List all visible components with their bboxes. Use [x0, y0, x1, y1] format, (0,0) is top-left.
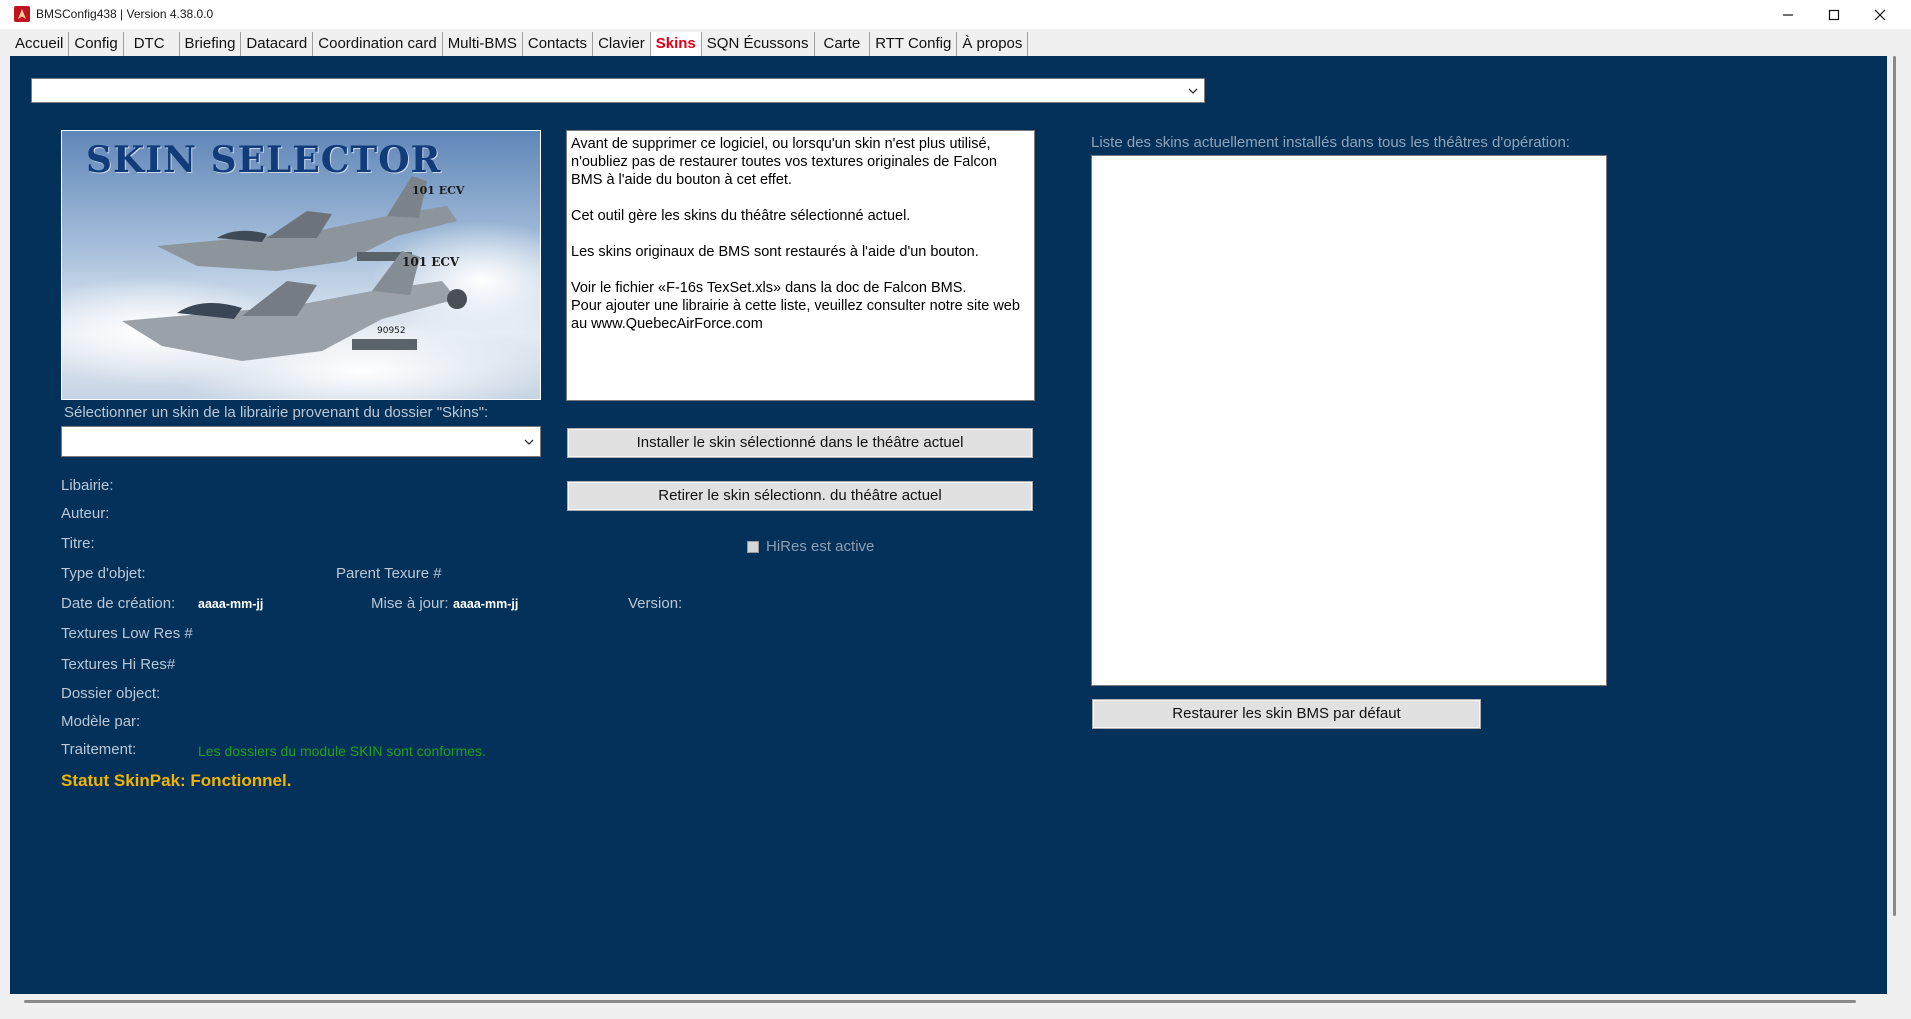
date-creation-value: aaaa-mm-jj: [198, 597, 264, 611]
vertical-scrollbar[interactable]: [1889, 56, 1901, 916]
banner-title: SKIN SELECTOR: [86, 139, 442, 181]
traitement-label: Traitement:: [61, 741, 137, 758]
date-creation-label: Date de création:: [61, 595, 176, 612]
version-label: Version:: [628, 595, 683, 612]
window-title: BMSConfig438 | Version 4.38.0.0: [36, 7, 214, 21]
horizontal-scrollbar[interactable]: [24, 1000, 1856, 1003]
minimize-icon[interactable]: [1765, 0, 1811, 29]
maximize-icon[interactable]: [1811, 0, 1857, 29]
tab-carte[interactable]: Carte: [815, 32, 871, 56]
info-paragraph-4: Voir le fichier «F-16s TexSet.xls» dans …: [571, 280, 1020, 332]
auteur-label: Auteur:: [61, 505, 110, 522]
jet-marking-bottom: 101 ECV: [402, 255, 460, 269]
restore-default-skins-button[interactable]: Restaurer les skin BMS par défaut: [1092, 699, 1481, 729]
dossier-objet-label: Dossier object:: [61, 685, 161, 702]
title-bar: BMSConfig438 | Version 4.38.0.0: [0, 0, 1911, 29]
tab-a-propos[interactable]: À propos: [957, 32, 1029, 56]
theatre-select[interactable]: [31, 78, 1205, 103]
tab-dtc[interactable]: DTC: [124, 32, 180, 56]
parent-texture-label: Parent Texure #: [336, 565, 442, 582]
tab-coordination-card[interactable]: Coordination card: [313, 32, 443, 56]
installed-list-label: Liste des skins actuellement installés d…: [1091, 134, 1570, 151]
skin-select[interactable]: [61, 426, 541, 457]
info-paragraph-1: Avant de supprimer ce logiciel, ou lorsq…: [571, 136, 1001, 188]
chevron-down-icon: [1188, 88, 1198, 94]
chevron-down-icon: [524, 439, 534, 445]
tab-strip: Accueil Config DTC Briefing Datacard Coo…: [10, 32, 1029, 56]
tab-rtt-config[interactable]: RTT Config: [870, 32, 958, 56]
tab-datacard[interactable]: Datacard: [241, 32, 314, 56]
tab-contacts[interactable]: Contacts: [523, 32, 594, 56]
info-paragraph-3: Les skins originaux de BMS sont restauré…: [571, 244, 979, 260]
skin-selector-banner: 101 ECV 101 ECV 90952 SKIN SELECTOR: [61, 130, 541, 400]
remove-skin-button[interactable]: Retirer le skin sélectionn. du théâtre a…: [567, 481, 1033, 511]
tab-accueil[interactable]: Accueil: [10, 32, 70, 56]
info-paragraph-2: Cet outil gère les skins du théâtre séle…: [571, 208, 911, 224]
mise-a-jour-value: aaaa-mm-jj: [453, 597, 519, 611]
info-textbox[interactable]: Avant de supprimer ce logiciel, ou lorsq…: [566, 130, 1035, 401]
tab-skins[interactable]: Skins: [650, 32, 702, 56]
tab-config[interactable]: Config: [69, 32, 124, 56]
textures-low-res-label: Textures Low Res #: [61, 625, 193, 642]
modele-par-label: Modèle par:: [61, 713, 141, 730]
app-logo-icon: [14, 6, 30, 22]
installed-skins-list[interactable]: [1091, 155, 1607, 686]
close-icon[interactable]: [1857, 0, 1903, 29]
librairie-label: Libairie:: [61, 477, 114, 494]
type-objet-label: Type d'objet:: [61, 565, 146, 582]
tab-briefing[interactable]: Briefing: [180, 32, 242, 56]
skinpak-status: Statut SkinPak: Fonctionnel.: [61, 771, 292, 790]
tab-sqn-ecussons[interactable]: SQN Écussons: [702, 32, 815, 56]
tab-multi-bms[interactable]: Multi-BMS: [443, 32, 523, 56]
tab-clavier[interactable]: Clavier: [593, 32, 651, 56]
titre-label: Titre:: [61, 535, 95, 552]
hires-checkbox[interactable]: [747, 541, 759, 553]
textures-hi-res-label: Textures Hi Res#: [61, 656, 176, 673]
skin-select-label: Sélectionner un skin de la librairie pro…: [64, 404, 489, 421]
traitement-status: Les dossiers du module SKIN sont conform…: [198, 743, 486, 759]
mise-a-jour-label: Mise à jour:: [371, 595, 449, 612]
jet-serial: 90952: [377, 326, 406, 336]
jet-marking-top: 101 ECV: [412, 184, 465, 197]
install-skin-button[interactable]: Installer le skin sélectionné dans le th…: [567, 428, 1033, 458]
hires-checkbox-label: HiRes est active: [766, 538, 875, 555]
